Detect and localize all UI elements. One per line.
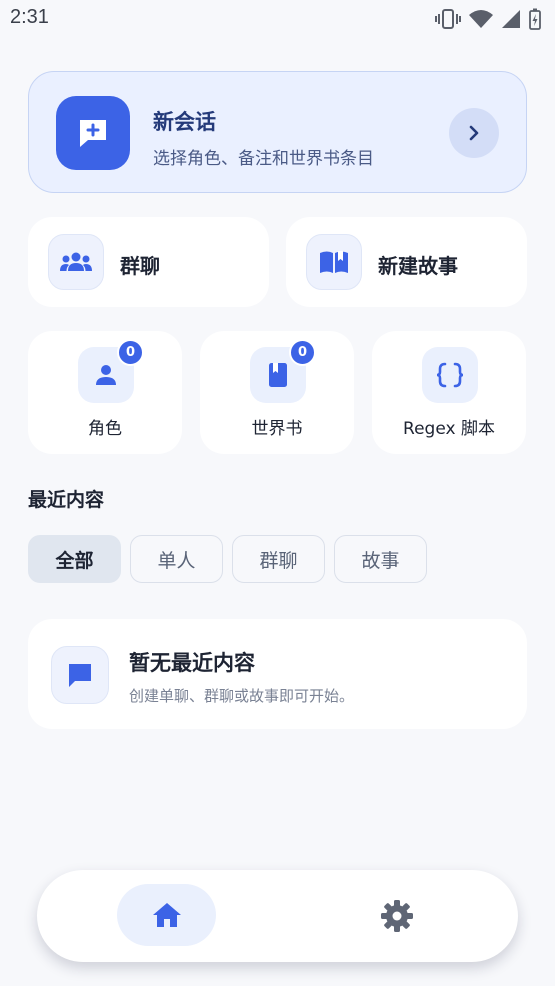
battery-charging-icon <box>529 8 541 30</box>
characters-shortcut[interactable]: 0 角色 <box>28 331 182 454</box>
regex-scripts-label: Regex 脚本 <box>403 419 495 439</box>
filter-all-chip[interactable]: 全部 <box>28 535 121 583</box>
recent-section-title: 最近内容 <box>28 489 105 511</box>
regex-scripts-shortcut[interactable]: Regex 脚本 <box>372 331 526 454</box>
vibrate-icon <box>435 9 461 29</box>
nav-home-tab[interactable] <box>117 884 216 946</box>
group-icon <box>48 234 104 290</box>
new-chat-card[interactable]: 新会话 选择角色、备注和世界书条目 <box>28 71 527 193</box>
chevron-right-icon[interactable] <box>449 108 499 158</box>
chat-bubble-icon <box>51 646 109 704</box>
filter-story-chip[interactable]: 故事 <box>334 535 427 583</box>
worldbook-count-badge: 0 <box>289 339 316 366</box>
filter-single-chip[interactable]: 单人 <box>130 535 223 583</box>
settings-gear-icon <box>381 900 413 932</box>
filter-group-chip[interactable]: 群聊 <box>232 535 325 583</box>
nav-settings-tab[interactable] <box>367 886 427 946</box>
worldbook-label: 世界书 <box>251 419 303 439</box>
wifi-icon <box>469 10 493 28</box>
new-story-button[interactable]: 新建故事 <box>286 217 527 307</box>
empty-recent-card: 暂无最近内容 创建单聊、群聊或故事即可开始。 <box>28 619 527 729</box>
empty-recent-subtitle: 创建单聊、群聊或故事即可开始。 <box>129 687 355 705</box>
status-time: 2:31 <box>10 6 49 28</box>
status-bar: 2:31 <box>0 0 555 40</box>
characters-label: 角色 <box>88 419 122 439</box>
braces-icon <box>422 347 478 403</box>
home-icon <box>152 903 181 927</box>
worldbook-shortcut[interactable]: 0 世界书 <box>200 331 354 454</box>
bottom-nav <box>37 870 518 962</box>
new-story-label: 新建故事 <box>378 254 458 278</box>
signal-icon <box>502 10 520 28</box>
group-chat-label: 群聊 <box>120 254 160 278</box>
characters-count-badge: 0 <box>117 339 144 366</box>
new-chat-title: 新会话 <box>153 110 216 134</box>
status-icons <box>435 8 541 30</box>
empty-recent-title: 暂无最近内容 <box>129 651 255 675</box>
book-open-icon <box>306 234 362 290</box>
group-chat-button[interactable]: 群聊 <box>28 217 269 307</box>
new-chat-subtitle: 选择角色、备注和世界书条目 <box>153 149 374 169</box>
chat-add-icon <box>56 96 130 170</box>
